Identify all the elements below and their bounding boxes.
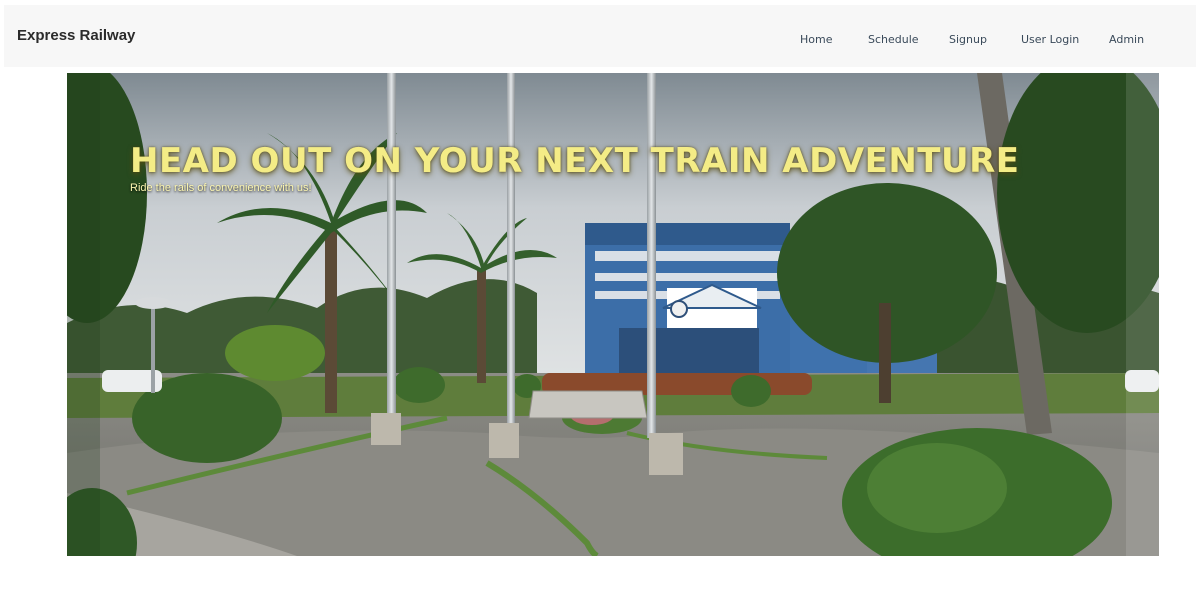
- nav-link-home[interactable]: Home: [800, 33, 832, 46]
- hero-subtitle: Ride the rails of convenience with us!: [130, 182, 312, 194]
- nav-link-schedule[interactable]: Schedule: [868, 33, 919, 46]
- nav-link-admin[interactable]: Admin: [1109, 33, 1144, 46]
- navbar: Express Railway Home Schedule Signup Use…: [4, 5, 1196, 67]
- nav-link-signup[interactable]: Signup: [949, 33, 987, 46]
- hero-banner: HEAD OUT ON YOUR NEXT TRAIN ADVENTURE Ri…: [67, 73, 1159, 556]
- nav-link-user-login[interactable]: User Login: [1021, 33, 1079, 46]
- hero-title: HEAD OUT ON YOUR NEXT TRAIN ADVENTURE: [130, 141, 1020, 181]
- nav-links: Home Schedule Signup User Login Admin: [4, 33, 1196, 53]
